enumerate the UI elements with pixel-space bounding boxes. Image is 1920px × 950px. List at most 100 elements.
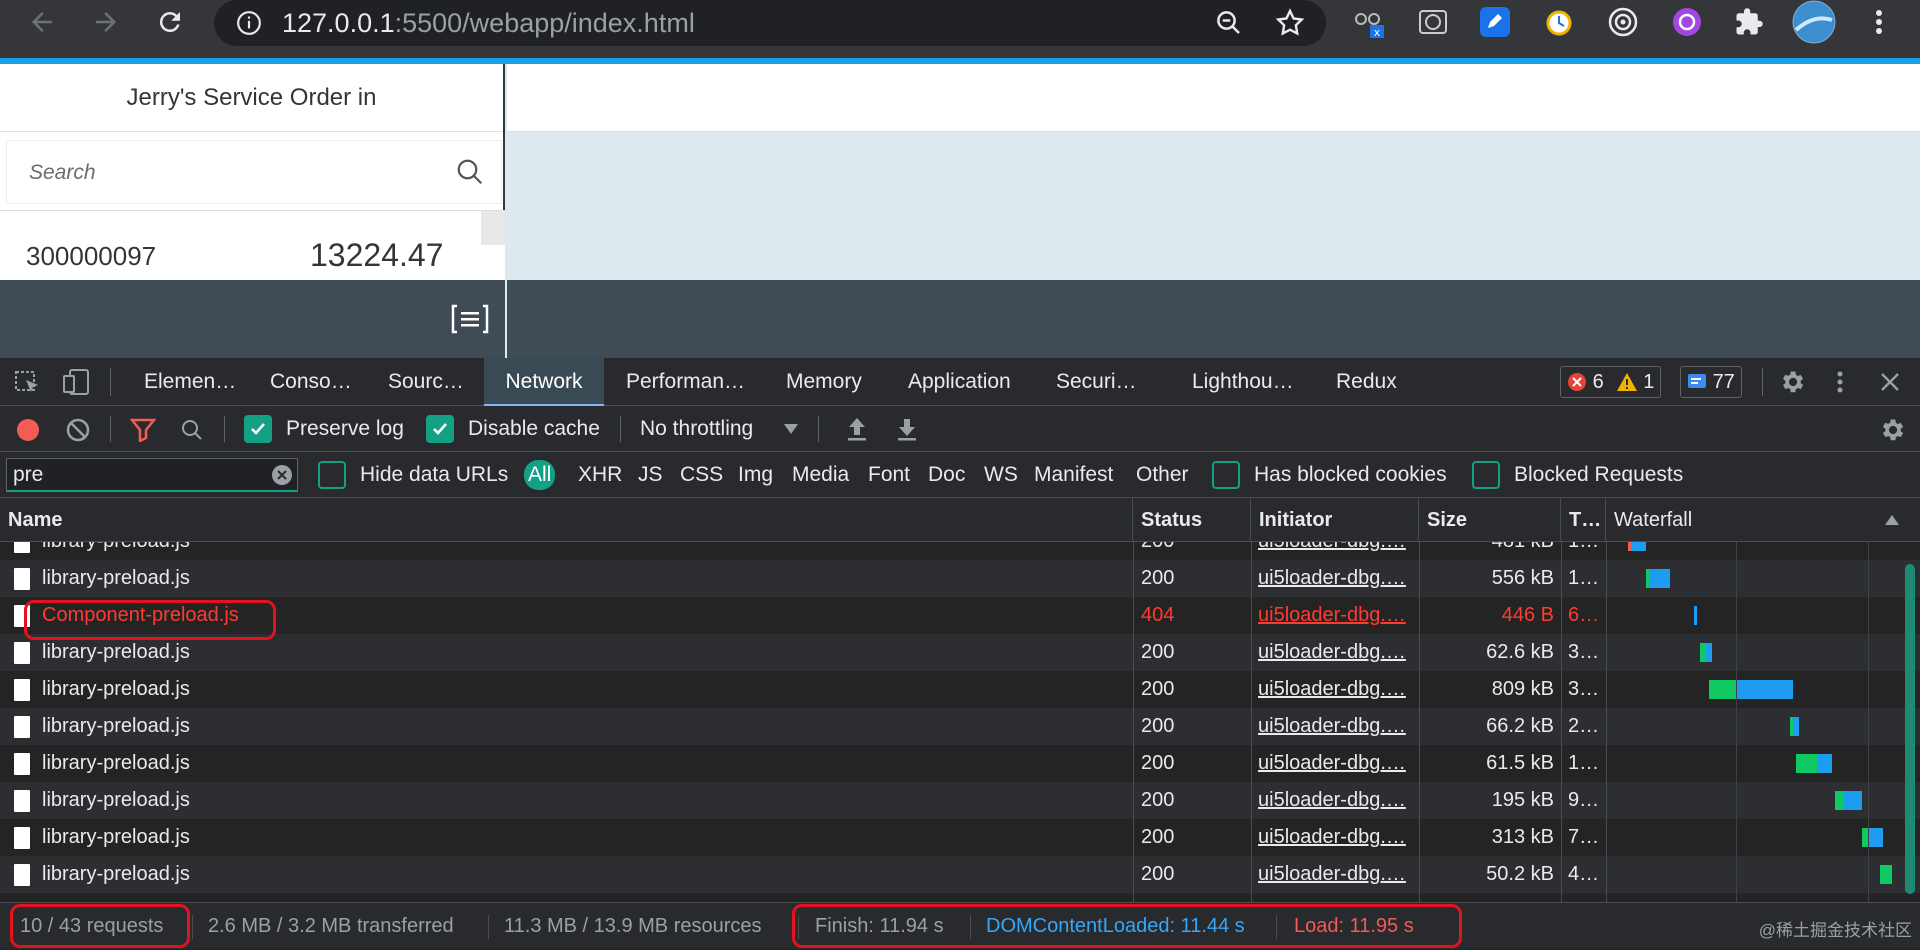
import-har-icon[interactable] bbox=[846, 416, 868, 442]
filter-type-doc[interactable]: Doc bbox=[928, 452, 965, 498]
file-icon bbox=[14, 827, 30, 849]
reload-icon[interactable] bbox=[152, 4, 188, 40]
table-row[interactable]: library-preload.js 200 ui5loader-dbg.… 50.2… bbox=[0, 856, 1920, 893]
issues-counter[interactable]: 6 1 bbox=[1560, 366, 1662, 398]
filter-type-other[interactable]: Other bbox=[1136, 452, 1189, 498]
table-scrollbar[interactable] bbox=[1905, 564, 1915, 894]
hide-data-urls-label: Hide data URLs bbox=[360, 463, 509, 486]
tab-lighthou[interactable]: Lighthou… bbox=[1192, 358, 1294, 406]
tab-application[interactable]: Application bbox=[908, 358, 1011, 406]
cell-initiator[interactable]: ui5loader-dbg.… bbox=[1258, 597, 1408, 634]
filter-type-media[interactable]: Media bbox=[792, 452, 849, 498]
cell-initiator[interactable]: ui5loader-dbg.… bbox=[1258, 819, 1408, 856]
translate-extension-icon[interactable] bbox=[1416, 5, 1450, 39]
export-har-icon[interactable] bbox=[896, 416, 918, 442]
highlight-box bbox=[24, 600, 276, 640]
target-extension-icon[interactable] bbox=[1606, 5, 1640, 39]
cell-size: 66.2 kB bbox=[1486, 715, 1554, 737]
column-status[interactable]: Status bbox=[1133, 498, 1251, 542]
cell-initiator[interactable]: ui5loader-dbg.… bbox=[1258, 708, 1408, 745]
tab-performan[interactable]: Performan… bbox=[626, 358, 745, 406]
pen-extension-icon[interactable] bbox=[1478, 5, 1512, 39]
tab-network[interactable]: Network bbox=[484, 358, 604, 406]
table-row[interactable]: library-preload.js 200 ui5loader-dbg.… 809 … bbox=[0, 671, 1920, 708]
filter-type-xhr[interactable]: XHR bbox=[578, 452, 622, 498]
cell-initiator[interactable]: ui5loader-dbg.… bbox=[1258, 782, 1408, 819]
table-row[interactable]: library-preload.js 200 ui5loader-dbg.… 61.5… bbox=[0, 745, 1920, 782]
close-devtools-icon[interactable] bbox=[1880, 372, 1900, 392]
tab-memory[interactable]: Memory bbox=[786, 358, 862, 406]
tab-conso[interactable]: Conso… bbox=[270, 358, 352, 406]
cell-name: library-preload.js bbox=[42, 826, 190, 848]
disable-cache-checkbox[interactable]: Disable cache bbox=[426, 406, 600, 452]
table-row[interactable]: library-preload.js 200 ui5loader-dbg.… 481 … bbox=[0, 542, 1920, 560]
filter-type-font[interactable]: Font bbox=[868, 452, 910, 498]
settings-gear-icon[interactable] bbox=[1778, 368, 1806, 396]
column-waterfall[interactable]: Waterfall bbox=[1606, 498, 1920, 542]
filter-type-js[interactable]: JS bbox=[638, 452, 663, 498]
inspect-element-icon[interactable] bbox=[14, 370, 42, 396]
messages-counter[interactable]: 77 bbox=[1680, 366, 1742, 398]
filter-icon[interactable] bbox=[130, 418, 156, 442]
throttling-select[interactable]: No throttling bbox=[640, 406, 799, 452]
column-size[interactable]: Size bbox=[1419, 498, 1561, 542]
cell-initiator[interactable]: ui5loader-dbg.… bbox=[1258, 671, 1408, 708]
extensions-puzzle-icon[interactable] bbox=[1732, 5, 1766, 39]
back-icon[interactable] bbox=[24, 4, 60, 40]
address-bar[interactable]: 127.0.0.1:5500/webapp/index.html bbox=[214, 0, 1326, 46]
cell-initiator[interactable]: ui5loader-dbg.… bbox=[1258, 745, 1408, 782]
alarm-clock-extension-icon[interactable] bbox=[1542, 5, 1576, 39]
clear-icon[interactable] bbox=[66, 418, 90, 442]
redux-devtools-extension-icon[interactable] bbox=[1670, 5, 1704, 39]
blocked-requests-checkbox[interactable]: Blocked Requests bbox=[1472, 452, 1683, 498]
table-row[interactable]: library-preload.js 200 ui5loader-dbg.… 66.2… bbox=[0, 708, 1920, 745]
filter-input[interactable]: pre bbox=[6, 458, 298, 492]
table-row[interactable]: library-preload.js 200 ui5loader-dbg.… 62.6… bbox=[0, 634, 1920, 671]
more-menu-icon[interactable] bbox=[1862, 5, 1896, 39]
hide-data-urls-checkbox[interactable]: Hide data URLs bbox=[318, 452, 508, 498]
column-time[interactable]: T… bbox=[1561, 498, 1606, 542]
devtools-more-icon[interactable] bbox=[1836, 370, 1844, 394]
bookmark-star-icon[interactable] bbox=[1274, 7, 1306, 39]
tab-securi[interactable]: Securi… bbox=[1056, 358, 1137, 406]
list-item[interactable]: 300000097 13224.47 bbox=[0, 210, 505, 280]
filter-type-css[interactable]: CSS bbox=[680, 452, 723, 498]
filter-type-img[interactable]: Img bbox=[738, 452, 773, 498]
glasses-extension-icon[interactable]: x bbox=[1352, 5, 1386, 39]
network-settings-icon[interactable] bbox=[1878, 416, 1906, 444]
filter-type-all[interactable]: All bbox=[524, 460, 556, 490]
table-row[interactable]: library-preload.js 200 ui5loader-dbg.… 195 … bbox=[0, 782, 1920, 819]
list-menu-icon[interactable] bbox=[451, 304, 489, 334]
list-scrollbar[interactable] bbox=[481, 211, 505, 245]
filter-type-ws[interactable]: WS bbox=[984, 452, 1018, 498]
search-network-icon[interactable] bbox=[180, 418, 204, 442]
search-icon[interactable] bbox=[455, 157, 485, 187]
record-icon[interactable] bbox=[16, 418, 40, 442]
cell-initiator[interactable]: ui5loader-dbg.… bbox=[1258, 634, 1408, 671]
cell-initiator[interactable]: ui5loader-dbg.… bbox=[1258, 542, 1408, 560]
cell-initiator[interactable]: ui5loader-dbg.… bbox=[1258, 856, 1408, 893]
cell-name: library-preload.js bbox=[42, 789, 190, 811]
sort-ascending-icon[interactable] bbox=[1884, 514, 1900, 526]
table-row[interactable]: library-preload.js 200 ui5loader-dbg.… 556 … bbox=[0, 560, 1920, 597]
column-name[interactable]: Name bbox=[0, 498, 1133, 542]
clear-filter-icon[interactable] bbox=[271, 464, 293, 486]
filter-type-manifest[interactable]: Manifest bbox=[1034, 452, 1113, 498]
profile-avatar[interactable] bbox=[1792, 0, 1836, 44]
tab-redux[interactable]: Redux bbox=[1336, 358, 1397, 406]
preserve-log-checkbox[interactable]: Preserve log bbox=[244, 406, 404, 452]
cell-initiator[interactable]: ui5loader-dbg.… bbox=[1258, 560, 1408, 597]
search-field[interactable]: Search bbox=[6, 140, 502, 204]
cell-status: 200 bbox=[1141, 863, 1175, 885]
tab-sourc[interactable]: Sourc… bbox=[388, 358, 464, 406]
table-row[interactable]: library-preload.js 200 ui5loader-dbg.… 313 … bbox=[0, 819, 1920, 856]
tab-elemen[interactable]: Elemen… bbox=[144, 358, 236, 406]
forward-icon[interactable] bbox=[88, 4, 124, 40]
column-initiator[interactable]: Initiator bbox=[1251, 498, 1419, 542]
info-icon[interactable] bbox=[236, 10, 262, 36]
zoom-icon[interactable] bbox=[1214, 8, 1244, 38]
has-blocked-cookies-checkbox[interactable]: Has blocked cookies bbox=[1212, 452, 1447, 498]
requests-table-header: Name Status Initiator Size T… Waterfall bbox=[0, 498, 1920, 542]
device-toolbar-icon[interactable] bbox=[62, 368, 92, 396]
table-row[interactable]: Component-preload.js 404 ui5loader-dbg.… 44… bbox=[0, 597, 1920, 634]
